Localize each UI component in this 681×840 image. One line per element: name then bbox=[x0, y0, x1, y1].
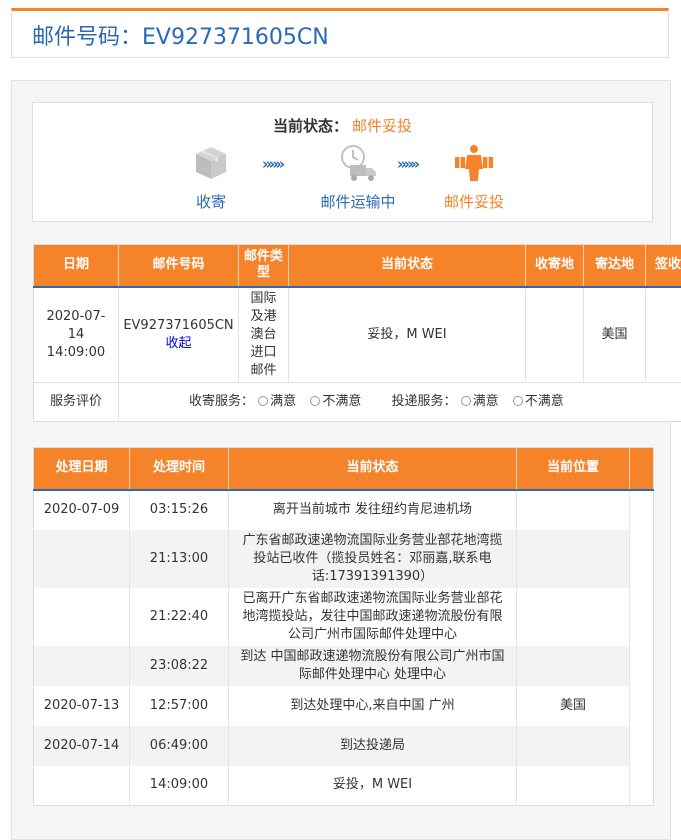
track-location bbox=[517, 766, 630, 806]
summary-header-row: 日期 邮件号码 邮件类型 当前状态 收寄地 寄达地 签收人 bbox=[34, 245, 681, 287]
current-status-value: 邮件妥投 bbox=[352, 117, 412, 135]
col-destination: 寄达地 bbox=[584, 245, 646, 287]
truck-icon bbox=[336, 143, 380, 183]
summary-row: 2020-07-14 14:09:00 EV927371605CN 收起 国际及… bbox=[34, 287, 681, 383]
summary-table: 日期 邮件号码 邮件类型 当前状态 收寄地 寄达地 签收人 2020-07-14… bbox=[33, 244, 681, 422]
col-process-time: 处理时间 bbox=[130, 448, 229, 490]
track-location: 美国 bbox=[517, 686, 630, 726]
track-time: 03:15:26 bbox=[130, 490, 229, 530]
col-spacer bbox=[630, 448, 654, 490]
tracking-row: 14:09:00 妥投，M WEI bbox=[34, 766, 654, 806]
summary-date: 2020-07-14 14:09:00 bbox=[34, 287, 119, 383]
track-spacer bbox=[630, 726, 654, 766]
col-signer: 签收人 bbox=[646, 245, 681, 287]
col-track-status: 当前状态 bbox=[229, 448, 517, 490]
delivery-satisfied-label: 满意 bbox=[473, 394, 499, 409]
track-date bbox=[34, 646, 130, 686]
delivery-satisfied-radio[interactable] bbox=[461, 396, 471, 406]
tracking-row: 21:22:40 已离开广东省邮政速递物流国际业务营业部花地湾揽投站，发往中国邮… bbox=[34, 588, 654, 646]
track-time: 23:08:22 bbox=[130, 646, 229, 686]
col-mail-number: 邮件号码 bbox=[119, 245, 239, 287]
pickup-service-label: 收寄服务： bbox=[189, 394, 254, 409]
pickup-unsatisfied-radio[interactable] bbox=[310, 396, 320, 406]
col-origin: 收寄地 bbox=[526, 245, 584, 287]
pickup-satisfied-radio[interactable] bbox=[258, 396, 268, 406]
track-time: 21:22:40 bbox=[130, 588, 229, 646]
rating-options: 收寄服务： 满意 不满意 投递服务： 满意 不满意 bbox=[119, 383, 681, 422]
collapse-link[interactable]: 收起 bbox=[119, 335, 238, 353]
track-time: 14:09:00 bbox=[130, 766, 229, 806]
col-location: 当前位置 bbox=[517, 448, 630, 490]
col-mail-type: 邮件类型 bbox=[239, 245, 289, 287]
summary-origin bbox=[526, 287, 584, 383]
delivery-unsatisfied-radio[interactable] bbox=[513, 396, 523, 406]
delivery-service-label: 投递服务： bbox=[391, 394, 456, 409]
page-header: 邮件号码：EV927371605CN bbox=[11, 8, 669, 58]
progress-arrows-1: »»» bbox=[262, 155, 282, 173]
track-time: 12:57:00 bbox=[130, 686, 229, 726]
summary-signer bbox=[646, 287, 681, 383]
col-date: 日期 bbox=[34, 245, 119, 287]
step-collected: 收寄 bbox=[156, 143, 266, 212]
track-date: 2020-07-09 bbox=[34, 490, 130, 530]
col-process-date: 处理日期 bbox=[34, 448, 130, 490]
summary-type: 国际及港澳台进口邮件 bbox=[239, 287, 289, 383]
track-date bbox=[34, 530, 130, 588]
tracking-row: 2020-07-09 03:15:26 离开当前城市 发往纽约肯尼迪机场 bbox=[34, 490, 654, 530]
track-spacer bbox=[630, 766, 654, 806]
track-spacer bbox=[630, 686, 654, 726]
tracking-row: 2020-07-13 12:57:00 到达处理中心,来自中国 广州 美国 bbox=[34, 686, 654, 726]
summary-destination: 美国 bbox=[584, 287, 646, 383]
track-spacer bbox=[630, 530, 654, 588]
rating-row: 服务评价 收寄服务： 满意 不满意 投递服务： 满意 不满意 bbox=[34, 383, 681, 422]
rating-label: 服务评价 bbox=[34, 383, 119, 422]
step-label-delivered: 邮件妥投 bbox=[419, 191, 529, 212]
track-status: 已离开广东省邮政速递物流国际业务营业部花地湾揽投站，发往中国邮政速递物流股份有限… bbox=[229, 588, 517, 646]
track-spacer bbox=[630, 490, 654, 530]
delivery-person-icon bbox=[452, 143, 496, 183]
delivery-unsatisfied-label: 不满意 bbox=[525, 394, 564, 409]
track-location bbox=[517, 588, 630, 646]
summary-number: EV927371605CN bbox=[119, 317, 238, 335]
current-status-line: 当前状态：邮件妥投 bbox=[33, 115, 652, 136]
tracking-header-row: 处理日期 处理时间 当前状态 当前位置 bbox=[34, 448, 654, 490]
track-spacer bbox=[630, 646, 654, 686]
track-date bbox=[34, 588, 130, 646]
track-time: 21:13:00 bbox=[130, 530, 229, 588]
track-status: 到达处理中心,来自中国 广州 bbox=[229, 686, 517, 726]
tracking-row: 21:13:00 广东省邮政速递物流国际业务营业部花地湾揽投站已收件（揽投员姓名… bbox=[34, 530, 654, 588]
current-status-label: 当前状态： bbox=[273, 117, 348, 135]
tracking-row: 2020-07-14 06:49:00 到达投递局 bbox=[34, 726, 654, 766]
track-status: 广东省邮政速递物流国际业务营业部花地湾揽投站已收件（揽投员姓名：邓丽嘉,联系电话… bbox=[229, 530, 517, 588]
status-progress-box: 当前状态：邮件妥投 收寄 »»» 邮件运输中 »»» bbox=[32, 102, 653, 222]
step-label-collected: 收寄 bbox=[156, 191, 266, 212]
track-status: 妥投，M WEI bbox=[229, 766, 517, 806]
track-spacer bbox=[630, 588, 654, 646]
progress-arrows-2: »»» bbox=[397, 155, 417, 173]
track-time: 06:49:00 bbox=[130, 726, 229, 766]
tracking-row: 23:08:22 到达 中国邮政速递物流股份有限公司广州市国际邮件处理中心 处理… bbox=[34, 646, 654, 686]
track-status: 到达投递局 bbox=[229, 726, 517, 766]
tracking-table: 处理日期 处理时间 当前状态 当前位置 2020-07-09 03:15:26 … bbox=[33, 447, 654, 806]
step-in-transit: 邮件运输中 bbox=[303, 143, 413, 212]
summary-status: 妥投，M WEI bbox=[289, 287, 526, 383]
track-location bbox=[517, 530, 630, 588]
track-status: 离开当前城市 发往纽约肯尼迪机场 bbox=[229, 490, 517, 530]
step-delivered: 邮件妥投 bbox=[419, 143, 529, 212]
step-label-in-transit: 邮件运输中 bbox=[303, 191, 413, 212]
pickup-unsatisfied-label: 不满意 bbox=[322, 394, 361, 409]
col-current-status: 当前状态 bbox=[289, 245, 526, 287]
track-date bbox=[34, 766, 130, 806]
pickup-satisfied-label: 满意 bbox=[270, 394, 296, 409]
page-title: 邮件号码：EV927371605CN bbox=[32, 19, 329, 51]
package-icon bbox=[191, 143, 231, 183]
track-location bbox=[517, 490, 630, 530]
track-location bbox=[517, 646, 630, 686]
track-status: 到达 中国邮政速递物流股份有限公司广州市国际邮件处理中心 处理中心 bbox=[229, 646, 517, 686]
track-date: 2020-07-14 bbox=[34, 726, 130, 766]
track-date: 2020-07-13 bbox=[34, 686, 130, 726]
summary-number-cell: EV927371605CN 收起 bbox=[119, 287, 239, 383]
track-location bbox=[517, 726, 630, 766]
